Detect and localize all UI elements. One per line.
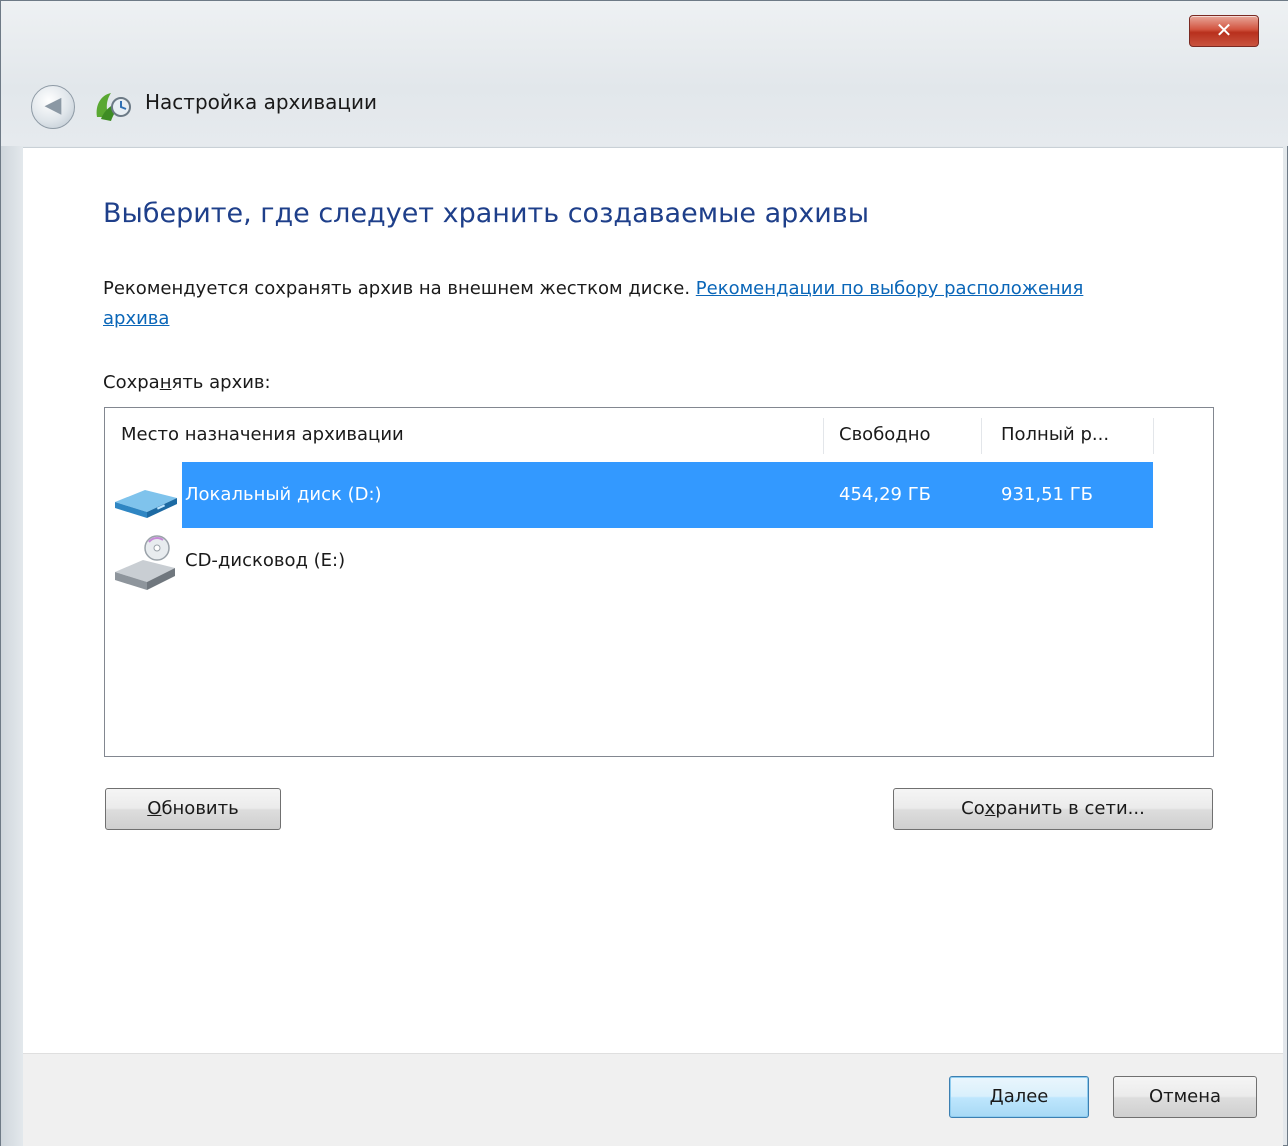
row-name: CD-дисковод (E:) — [185, 550, 346, 571]
row-total-size: 931,51 ГБ — [1001, 484, 1094, 505]
description: Рекомендуется сохранять архив на внешнем… — [103, 274, 1113, 334]
title-bar: ✕ ◀ Настройка архивации — [1, 1, 1288, 146]
column-header-total[interactable]: Полный р... — [1001, 424, 1109, 445]
save-archive-label: Сохранять архив: — [103, 372, 271, 393]
column-separator[interactable] — [1153, 418, 1154, 454]
window-title: Настройка архивации — [145, 90, 378, 114]
dialog-footer: Далее Отмена — [23, 1053, 1283, 1146]
list-header: Место назначения архивации Свободно Полн… — [105, 408, 1213, 462]
cancel-button[interactable]: Отмена — [1113, 1076, 1257, 1118]
next-button[interactable]: Далее — [949, 1076, 1089, 1118]
page-heading: Выберите, где следует хранить создаваемы… — [103, 198, 870, 229]
refresh-button[interactable]: Обновить — [105, 788, 281, 830]
list-item-cd-drive-e[interactable]: CD-дисковод (E:) — [105, 528, 1213, 594]
destination-list[interactable]: Место назначения архивации Свободно Полн… — [104, 407, 1214, 757]
list-item-local-disk-d[interactable]: Локальный диск (D:) 454,29 ГБ 931,51 ГБ — [105, 462, 1213, 528]
close-button[interactable]: ✕ — [1189, 15, 1259, 47]
column-header-destination[interactable]: Место назначения архивации — [121, 424, 404, 445]
window-left-border — [1, 146, 23, 1146]
backup-setup-window: ✕ ◀ Настройка архивации Выберите, где сл… — [0, 0, 1288, 1146]
column-separator[interactable] — [823, 418, 824, 454]
column-header-free[interactable]: Свободно — [839, 424, 931, 445]
save-on-network-button[interactable]: Сохранить в сети... — [893, 788, 1213, 830]
row-name: Локальный диск (D:) — [185, 484, 382, 505]
description-text: Рекомендуется сохранять архив на внешнем… — [103, 278, 696, 299]
backup-app-icon — [96, 93, 131, 121]
cd-drive-icon — [115, 535, 175, 590]
hard-drive-icon — [115, 490, 177, 518]
column-separator[interactable] — [981, 418, 982, 454]
close-icon: ✕ — [1215, 18, 1233, 42]
back-button[interactable]: ◀ — [31, 85, 75, 129]
content-area: Выберите, где следует хранить создаваемы… — [23, 147, 1283, 1053]
row-free-space: 454,29 ГБ — [839, 484, 932, 505]
back-arrow-icon: ◀ — [44, 93, 62, 118]
